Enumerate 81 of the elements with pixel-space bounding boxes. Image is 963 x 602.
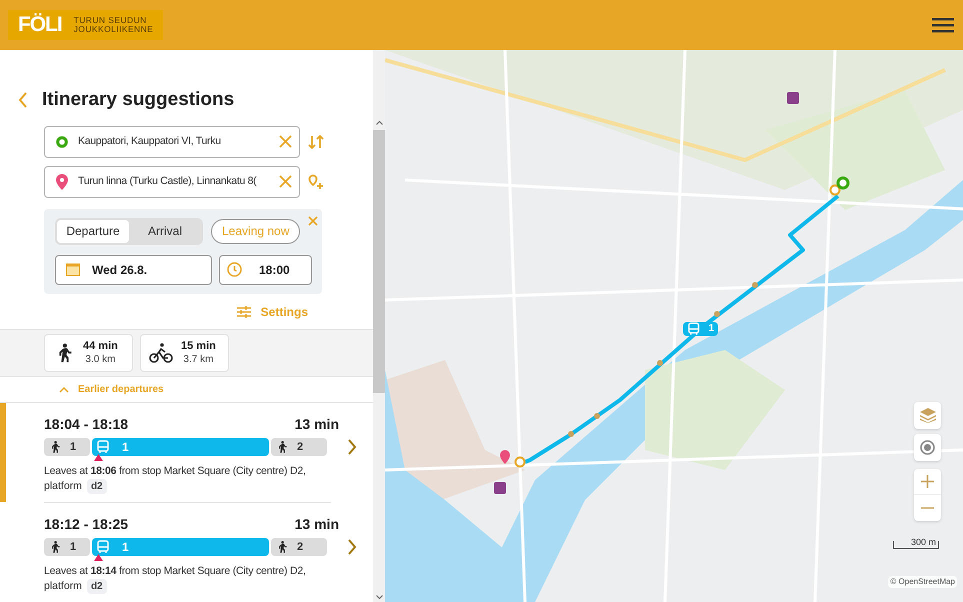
time-mode-tab[interactable]: Departure <box>57 220 129 242</box>
time-field[interactable]: 18:00 <box>219 254 312 284</box>
layers-button[interactable] <box>914 402 941 429</box>
plus-icon <box>921 475 934 488</box>
location-field[interactable]: Turun linna (Turku Castle), Linnankatu 8( <box>44 166 300 198</box>
time-value: 18:00 <box>259 262 290 278</box>
destination-pin-icon <box>500 450 510 464</box>
add-location-icon[interactable] <box>308 174 324 190</box>
walk-leg: 2 <box>271 438 327 456</box>
bus-icon <box>96 540 110 554</box>
logo-wordmark: FÖLI <box>18 12 62 38</box>
train-station-icon <box>787 92 799 104</box>
scroll-down-icon[interactable] <box>376 595 382 600</box>
location-pin-icon <box>56 174 68 190</box>
map[interactable]: 1 300 m © OpenStreetMap <box>385 50 963 602</box>
logo[interactable]: FÖLI TURUN SEUDUN JOUKKOLIIKENNE <box>8 10 164 40</box>
route-stop-dot <box>568 431 574 437</box>
clear-icon[interactable] <box>279 135 292 148</box>
departure-description: Leaves at 18:06 from stop Market Square (City centre) D2, <box>44 464 306 480</box>
stop-marker-icon <box>94 554 103 561</box>
platform-label: platform <box>44 579 82 594</box>
route-stop-dot <box>752 282 758 288</box>
duration-text: 15 min <box>181 340 216 353</box>
time-range-text: 18:04 - 18:18 <box>44 415 128 434</box>
chevron-up-icon <box>59 386 69 393</box>
logo-subtitle: TURUN SEUDUN <box>74 16 148 25</box>
distance-text: 3.0 km <box>85 352 116 366</box>
distance-text: 3.7 km <box>183 352 214 366</box>
locate-button[interactable] <box>914 434 941 461</box>
stop-marker-icon <box>94 454 103 462</box>
duration-text: 13 min <box>294 515 339 534</box>
walk-leg: 2 <box>271 538 327 556</box>
departure-description: Leaves at 18:14 from stop Market Square (City centre) D2, <box>44 564 306 579</box>
scale-text: 300 m <box>910 538 937 547</box>
route-label: 1 <box>683 322 718 336</box>
scroll-up-icon[interactable] <box>376 120 382 125</box>
attribution-text: © OpenStreetMap <box>888 576 957 588</box>
location-value: Turun linna (Turku Castle), Linnankatu 8( <box>78 174 258 189</box>
platform-badge: d2 <box>86 579 107 594</box>
duration-text: 13 min <box>294 415 339 434</box>
bus-icon <box>96 440 110 454</box>
chevron-right-icon[interactable] <box>347 439 357 456</box>
train-station-icon <box>494 482 506 494</box>
target-icon <box>920 440 935 455</box>
page-title: Itinerary suggestions <box>42 88 234 112</box>
minus-icon <box>921 507 934 509</box>
scrollbar[interactable] <box>373 50 385 602</box>
clear-icon[interactable] <box>279 175 292 188</box>
route-stop-dot <box>714 311 720 317</box>
back-icon[interactable] <box>18 92 28 108</box>
clock-icon <box>227 262 242 277</box>
close-icon[interactable] <box>308 216 318 226</box>
platform-badge: d2 <box>86 479 107 494</box>
travel-mode-card[interactable]: 44 min 3.0 km <box>44 334 133 372</box>
route-stop-dot <box>657 360 663 366</box>
menu-icon[interactable] <box>932 17 954 33</box>
calendar-icon <box>66 263 80 276</box>
bus-icon <box>687 322 700 336</box>
travel-mode-card[interactable]: 15 min 3.7 km <box>140 334 229 372</box>
duration-text: 44 min <box>83 340 118 353</box>
layers-icon <box>920 408 936 423</box>
route-stop-dot <box>594 413 600 419</box>
logo-subtitle: JOUKKOLIIKENNE <box>74 25 154 34</box>
swap-icon[interactable] <box>308 134 324 148</box>
time-range-text: 18:12 - 18:25 <box>44 515 128 534</box>
location-value: Kauppatori, Kauppatori VI, Turku <box>78 134 222 149</box>
chevron-right-icon[interactable] <box>347 539 357 555</box>
cyclist-icon <box>149 342 173 364</box>
location-field[interactable]: Kauppatori, Kauppatori VI, Turku <box>44 126 300 158</box>
origin-marker-icon <box>836 176 850 190</box>
end-stop-marker <box>514 456 526 468</box>
time-mode-tab[interactable]: Arrival <box>129 220 201 242</box>
walk-leg: 1 <box>44 538 90 556</box>
platform-label: platform <box>44 479 82 494</box>
origin-marker-icon <box>56 136 68 148</box>
sliders-icon <box>236 306 251 318</box>
scrollbar-thumb[interactable] <box>373 130 385 393</box>
walk-leg: 1 <box>44 438 90 456</box>
date-field[interactable]: Wed 26.8. <box>55 254 212 284</box>
start-stop-marker <box>830 184 840 196</box>
date-value: Wed 26.8. <box>92 262 148 278</box>
